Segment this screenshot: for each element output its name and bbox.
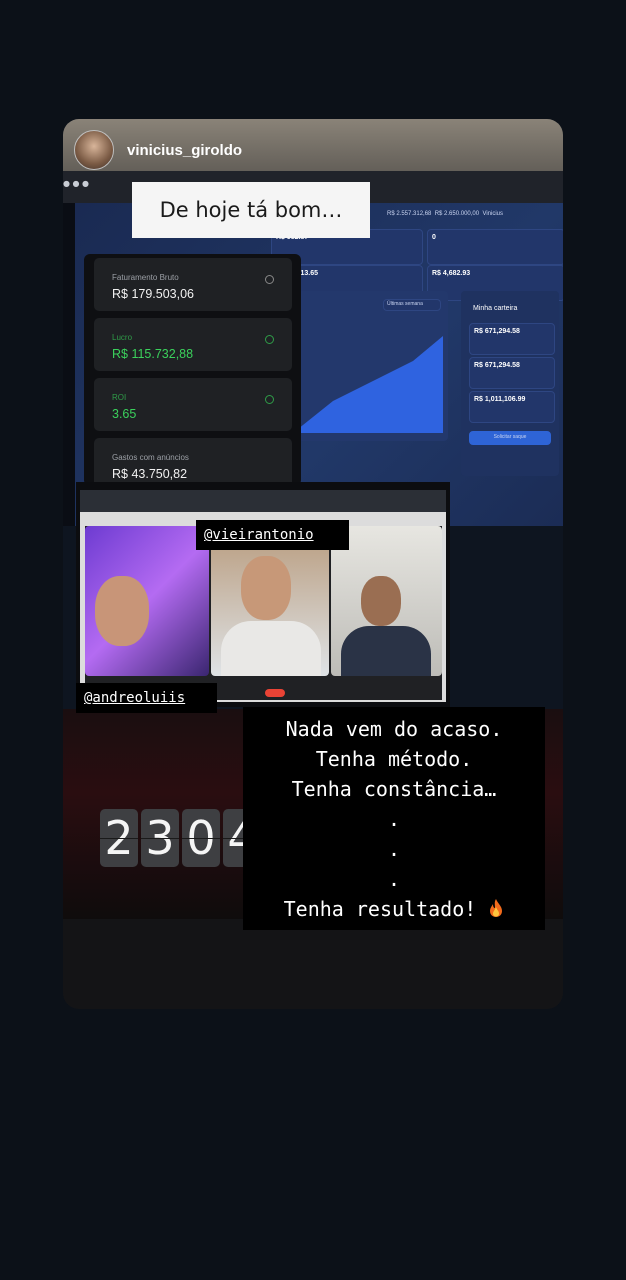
quote-line: Tenha método. [315,747,473,771]
participant-face [95,576,149,646]
wallet-title: Minha carteira [473,305,518,312]
mention-tag-top[interactable]: @vieirantonio [196,520,349,550]
area-series [293,336,443,433]
balance-bar: R$ 2.557.312,68 R$ 2.650.000,00 Vinicius [383,207,563,227]
goal-value: R$ 2.650.000,00 [434,211,480,217]
browser-url: ● ● ● [63,179,90,188]
fire-icon [490,899,503,917]
video-call [85,526,442,686]
stat-value: R$ 43.750,82 [112,467,188,481]
participant-body [341,626,431,676]
mention-text: @vieirantonio [204,527,314,543]
quote-line: . [387,807,401,831]
stats-panel: Faturamento Bruto R$ 179.503,06 Lucro R$… [84,254,312,614]
stat-card-revenue: Faturamento Bruto R$ 179.503,06 [94,258,292,311]
dashboard-user: Vinicius [482,211,504,217]
quote-line: Tenha constância… [291,777,497,801]
info-icon[interactable] [265,275,274,284]
clock-digit: 0 [182,809,220,867]
participant-face [361,576,401,626]
stat-card-profit: Lucro R$ 115.732,88 [94,318,292,371]
mention-text: @andreoluiis [84,690,186,706]
stat-value: R$ 115.732,88 [112,347,194,361]
participant-tile-1 [85,526,209,676]
story-header: vinicius_giroldo [74,130,242,170]
stat-value: R$ 179.503,06 [112,287,195,301]
quote-line: . [387,837,401,861]
quote-line: Nada vem do acaso. [285,717,503,741]
wallet-withdrawn: R$ 1,011,106.99 [469,391,555,423]
withdraw-button[interactable]: Solicitar saque [469,431,551,445]
clock-digit: 2 [100,809,138,867]
wallet-pending: R$ 671,294.58 [469,357,555,389]
sales-chart: Últimas semana [293,291,448,441]
stat-label: Gastos com anúncios [112,453,189,462]
chargeback-value: 0 [432,234,436,241]
quote-text-box: Nada vem do acaso. Tenha método. Tenha c… [243,707,545,930]
stat-label: Faturamento Bruto [112,273,179,282]
username[interactable]: vinicius_giroldo [127,142,242,159]
flip-clock: 2 3 0 4 [100,809,261,867]
caption-sticker: De hoje tá bom… [132,182,370,238]
stat-card-roi: ROI 3.65 [94,378,292,431]
mention-tag-left[interactable]: @andreoluiis [76,683,217,713]
chargeback-card: 0 [427,229,563,265]
laptop-browser-bar [80,490,446,512]
boleto-sales-value: R$ 4,682.93 [432,270,471,277]
participant-face [241,556,291,620]
stat-label: Lucro [112,333,133,342]
clock-digit: 3 [141,809,179,867]
area-chart-svg [293,336,443,433]
end-call-button[interactable] [265,689,285,697]
participant-body [221,621,321,676]
quote-line: Tenha resultado! [283,897,477,921]
balance-value: R$ 2.557.312,68 [387,211,432,217]
stat-label: ROI [112,393,127,402]
laptop [76,482,450,707]
avatar[interactable] [74,130,114,170]
stat-value: 3.65 [112,407,137,421]
info-icon[interactable] [265,335,274,344]
desk-surface [63,919,563,1009]
info-icon[interactable] [265,395,274,404]
quote-line: . [387,867,401,891]
wallet-available: R$ 671,294.58 [469,323,555,355]
wallet-panel: Minha carteira R$ 671,294.58 R$ 671,294.… [461,291,559,476]
